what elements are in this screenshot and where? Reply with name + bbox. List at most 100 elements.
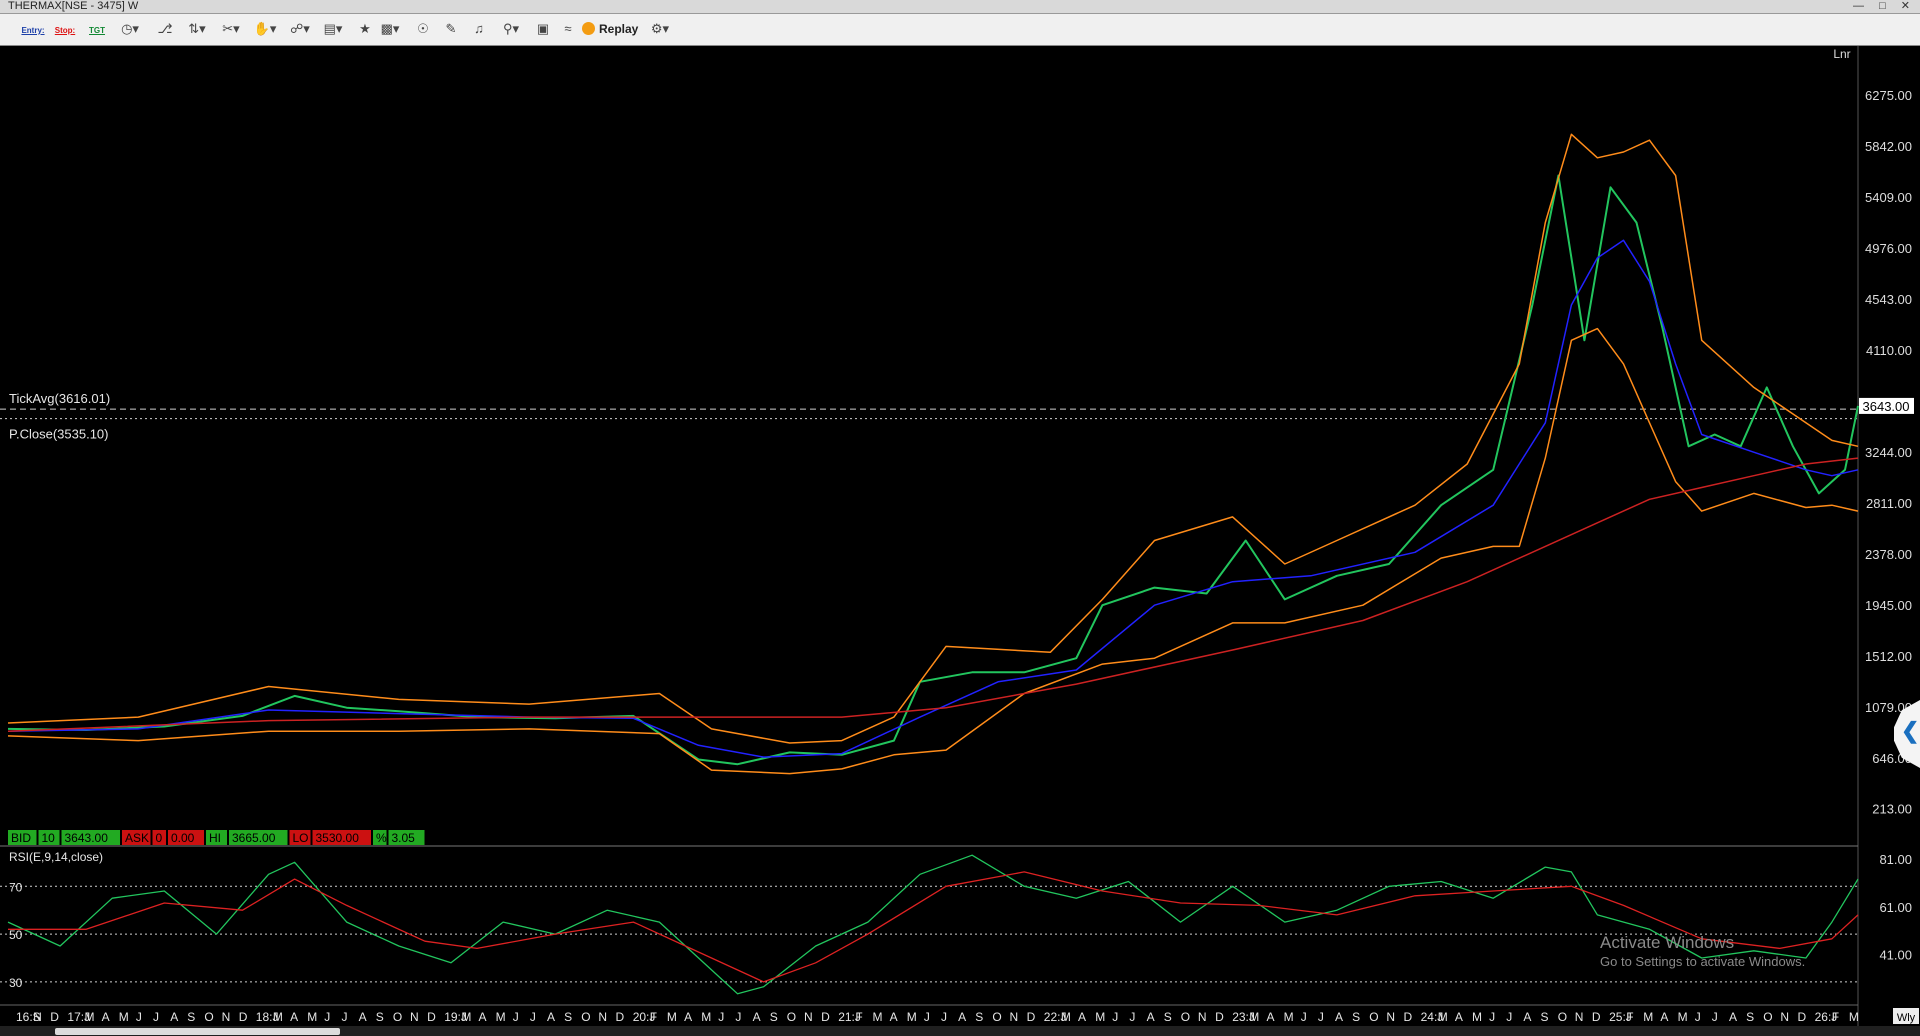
x-tick-label: J — [941, 1010, 947, 1024]
x-tick-label: M — [1438, 1010, 1448, 1024]
x-tick-label: O — [992, 1010, 1001, 1024]
x-tick-label: F — [1832, 1010, 1839, 1024]
x-tick-label: M — [667, 1010, 677, 1024]
x-tick-label: A — [1729, 1010, 1737, 1024]
x-tick-label: M — [1249, 1010, 1259, 1024]
bar-chart-icon[interactable]: ▩▾ — [375, 19, 405, 39]
x-tick-label: S — [564, 1010, 572, 1024]
line-chart-icon[interactable]: ≈ — [553, 19, 583, 39]
draw-icon[interactable]: ✎ — [436, 19, 466, 39]
x-tick-label: A — [1267, 1010, 1275, 1024]
quote-value: 0 — [156, 831, 163, 845]
replay-icon — [582, 22, 595, 35]
x-tick-label: D — [1215, 1010, 1224, 1024]
x-tick-label: S — [975, 1010, 983, 1024]
last-price-label: 3643.00 — [1863, 399, 1910, 414]
x-tick-label: S — [770, 1010, 778, 1024]
replay-button[interactable]: Replay — [582, 20, 638, 39]
x-tick-label: N — [804, 1010, 813, 1024]
scissors-icon[interactable]: ✂▾ — [216, 19, 246, 39]
x-tick-label: J — [513, 1010, 519, 1024]
entry-button[interactable]: Entry: — [18, 19, 48, 39]
x-tick-label: F — [1626, 1010, 1633, 1024]
x-tick-label: M — [119, 1010, 129, 1024]
quote-value: BID — [11, 831, 31, 845]
price-tick-label: 4543.00 — [1865, 292, 1912, 307]
x-tick-label: A — [359, 1010, 367, 1024]
price-tick-label: 1512.00 — [1865, 649, 1912, 664]
x-tick-label: M — [496, 1010, 506, 1024]
x-tick-label: J — [1112, 1010, 1118, 1024]
window-controls[interactable]: — □ ✕ — [1853, 0, 1916, 13]
chevron-left-icon: ❮ — [1901, 718, 1920, 743]
x-tick-label: F — [855, 1010, 862, 1024]
x-tick-label: D — [50, 1010, 59, 1024]
x-tick-label: N — [1386, 1010, 1395, 1024]
x-tick-label: A — [890, 1010, 898, 1024]
x-tick-label: M — [1061, 1010, 1071, 1024]
price-tick-label: 4976.00 — [1865, 241, 1912, 256]
zoom-icon[interactable]: ⚲▾ — [496, 19, 526, 39]
bell-icon[interactable]: ♫ — [464, 19, 494, 39]
tgt-button[interactable]: TGT — [82, 19, 112, 39]
x-tick-label: J — [1129, 1010, 1135, 1024]
x-tick-label: S — [1541, 1010, 1549, 1024]
alarm-icon[interactable]: ◷▾ — [115, 19, 145, 39]
x-tick-label: J — [924, 1010, 930, 1024]
x-tick-label: O — [581, 1010, 590, 1024]
x-tick-label: M — [1643, 1010, 1653, 1024]
x-tick-label: J — [1318, 1010, 1324, 1024]
x-tick-label: A — [170, 1010, 178, 1024]
x-tick-label: J — [1301, 1010, 1307, 1024]
x-tick-label: N — [1780, 1010, 1789, 1024]
x-tick-label: M — [307, 1010, 317, 1024]
x-tick-label: M — [85, 1010, 95, 1024]
x-tick-label: M — [273, 1010, 283, 1024]
price-tick-label: 3244.00 — [1865, 445, 1912, 460]
quote-value: 3643.00 — [65, 831, 109, 845]
scrollbar-thumb[interactable] — [55, 1028, 340, 1035]
quote-value: HI — [209, 831, 221, 845]
compass-icon[interactable]: ☉ — [408, 19, 438, 39]
tgt-label: TGT — [89, 26, 105, 35]
gear-icon[interactable]: ⚙▾ — [645, 19, 675, 39]
x-tick-label: A — [1455, 1010, 1463, 1024]
x-tick-label: O — [204, 1010, 213, 1024]
tick-avg-label: TickAvg(3616.01) — [9, 391, 110, 406]
x-tick-label: J — [1712, 1010, 1718, 1024]
x-tick-label: N — [33, 1010, 42, 1024]
stop-button[interactable]: Stop: — [50, 19, 80, 39]
rsi-level-label: 70 — [9, 880, 23, 894]
candle-icon[interactable]: ⇅▾ — [182, 19, 212, 39]
stop-label: Stop: — [54, 26, 76, 35]
x-tick-label: D — [1027, 1010, 1036, 1024]
book-icon[interactable]: ▤▾ — [318, 19, 348, 39]
quote-value: 3530.00 — [316, 831, 360, 845]
price-tick-label: 4110.00 — [1866, 343, 1912, 358]
x-tick-label: O — [1369, 1010, 1378, 1024]
x-tick-label: J — [342, 1010, 348, 1024]
quote-value: % — [376, 831, 387, 845]
x-tick-label: F — [650, 1010, 657, 1024]
entry-label: Entry: — [21, 26, 45, 35]
x-tick-label: M — [461, 1010, 471, 1024]
x-tick-label: A — [753, 1010, 761, 1024]
x-tick-label: S — [1746, 1010, 1754, 1024]
x-tick-label: J — [324, 1010, 330, 1024]
rsi-tick-label: 61.00 — [1879, 900, 1912, 915]
x-tick-label: O — [1763, 1010, 1772, 1024]
x-tick-label: D — [616, 1010, 625, 1024]
x-tick-label: D — [821, 1010, 830, 1024]
x-tick-label: M — [1678, 1010, 1688, 1024]
x-tick-label: J — [718, 1010, 724, 1024]
activation-watermark-title: Activate Windows — [1600, 933, 1734, 952]
hand-icon[interactable]: ✋▾ — [250, 19, 280, 39]
x-tick-label: N — [410, 1010, 419, 1024]
quote-value: LO — [293, 831, 309, 845]
link-icon[interactable]: ☍▾ — [285, 19, 315, 39]
chart-area[interactable]: 213.00646.001079.001512.001945.002378.00… — [0, 46, 1920, 1026]
pointer-icon[interactable]: ⎇ — [150, 19, 180, 39]
x-tick-label: D — [1798, 1010, 1807, 1024]
activation-watermark-text: Go to Settings to activate Windows. — [1600, 954, 1805, 969]
chart-background — [0, 46, 1920, 1026]
